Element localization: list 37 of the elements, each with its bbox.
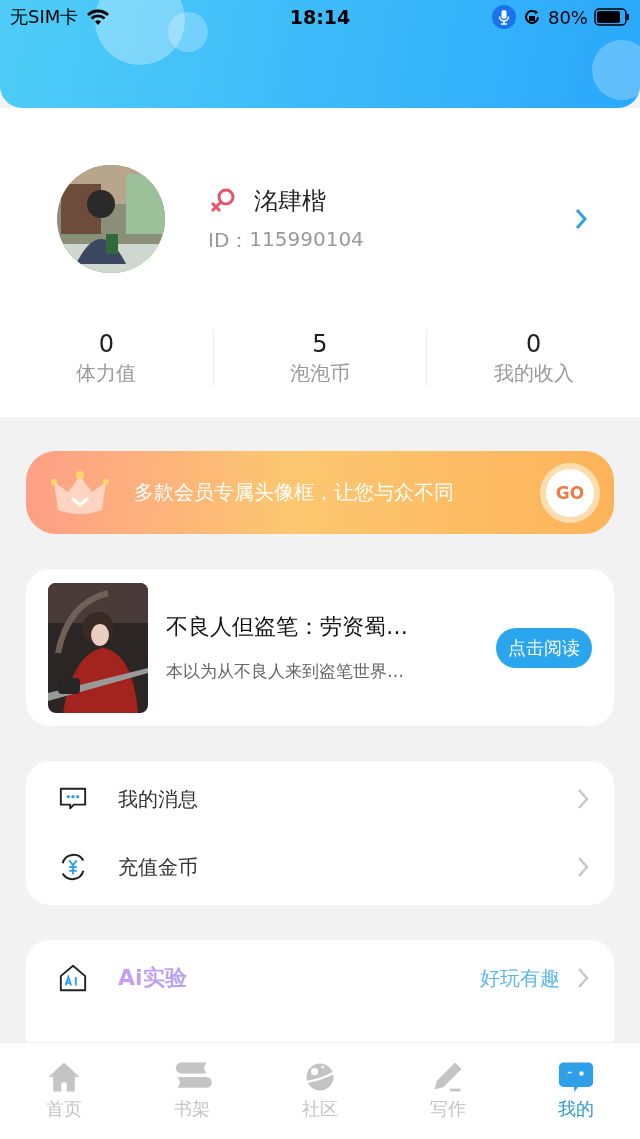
stat-label: 我的收入 [493, 360, 574, 387]
stat-value: 0 [98, 330, 114, 358]
chevron-right-icon [576, 855, 590, 879]
tab[interactable]: 我的 [512, 1059, 640, 1121]
microphone-icon [491, 5, 516, 29]
stat-label: 体力值 [76, 360, 137, 387]
menu-label: 我的消息 [118, 785, 199, 813]
battery-icon [594, 8, 630, 26]
book-title: 不良人但盗笔：劳资蜀… [166, 613, 409, 641]
battery-text: 80% [547, 6, 588, 28]
menu-item[interactable]: 我的消息 [26, 765, 614, 833]
stat-label: 泡泡币 [290, 360, 350, 387]
menu-hint: 好玩有趣 [480, 964, 560, 992]
tab[interactable]: 书架 [128, 1059, 256, 1121]
tab[interactable]: 社区 [256, 1059, 384, 1121]
read-button[interactable]: 点击阅读 [496, 627, 592, 668]
ai-house-icon [58, 963, 88, 993]
stat-value: 5 [312, 330, 328, 358]
user-id: 115990104 [249, 226, 364, 253]
wifi-icon [86, 8, 111, 26]
vip-banner[interactable]: 多款会员专属头像框，让您与众不同 GO [26, 451, 614, 534]
menu-item[interactable]: 充值金币 [26, 833, 614, 901]
clock-text: 18:14 [289, 6, 351, 28]
bubble [592, 40, 640, 100]
chevron-right-icon [576, 966, 590, 990]
book-summary: 本以为从不良人来到盗笔世界… [166, 660, 405, 683]
stat-value: 0 [526, 330, 542, 358]
user-name: 洺肆楷 [254, 185, 326, 217]
id-label: ID： [208, 226, 250, 254]
chevron-right-icon [576, 787, 590, 811]
tab[interactable]: 写作 [384, 1059, 512, 1121]
menu-label: 充值金币 [118, 853, 199, 881]
tab[interactable]: 首页 [0, 1059, 128, 1121]
chevron-right-icon[interactable] [574, 207, 588, 231]
banner-text: 多款会员专属头像框，让您与众不同 [134, 479, 455, 506]
crown-icon [50, 469, 110, 516]
carrier-text: 无SIM卡 [10, 5, 79, 29]
